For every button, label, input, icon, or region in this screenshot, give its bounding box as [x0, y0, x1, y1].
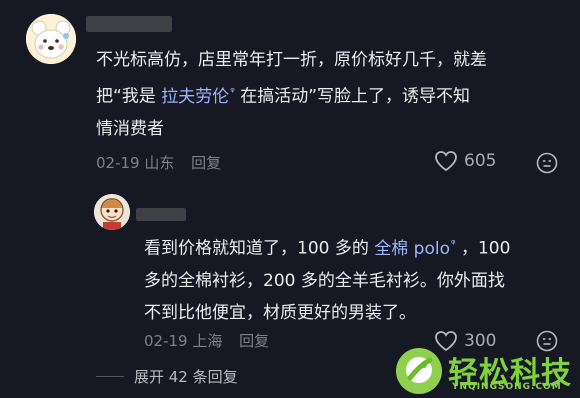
comment-text-segment: 在搞活动”写脸上了，诱导不知	[234, 86, 471, 107]
like-count: 605	[464, 151, 497, 171]
watermark-logo	[396, 348, 442, 394]
reply-line: 看到价格就知道了，100 多的 全棉 poloᵠ ，100	[144, 228, 510, 265]
comment-date: 02-19	[96, 154, 140, 172]
expand-replies-button[interactable]: 展开 42 条回复	[96, 366, 238, 387]
username-redacted[interactable]	[136, 208, 186, 221]
reply-meta: 02-19 上海 回复	[144, 330, 269, 351]
heart-icon	[435, 151, 457, 172]
divider-line	[96, 376, 124, 377]
search-keyword-link[interactable]: 全棉 poloᵠ	[374, 237, 455, 259]
reply-text-segment: ，100	[455, 238, 511, 259]
like-button[interactable]: 605	[434, 150, 496, 172]
comment-meta: 02-19 山东 回复	[96, 152, 221, 173]
reply-line: 不到比他便宜，材质更好的男装了。	[144, 302, 416, 323]
reply-location: 上海	[192, 332, 223, 350]
comment-text: 不光标高仿，店里常年打一折，原价标好几千，就差 把“我是 拉夫劳伦ᵠ 在搞活动”…	[96, 44, 487, 145]
comment-location: 山东	[144, 154, 175, 172]
search-keyword-link[interactable]: 拉夫劳伦ᵠ	[161, 85, 235, 107]
reply-text: 看到价格就知道了，100 多的 全棉 poloᵠ ，100 多的全棉衬衫，200…	[144, 228, 510, 329]
username-redacted[interactable]	[86, 16, 172, 32]
expand-replies-label: 展开 42 条回复	[134, 368, 238, 386]
reply-date: 02-19	[144, 332, 188, 350]
avatar[interactable]	[94, 194, 130, 230]
watermark-logo-icon	[397, 349, 441, 393]
watermark-url: YNQINGSONG.COM	[452, 382, 562, 392]
search-keyword-label: 拉夫劳伦	[161, 86, 230, 107]
emoji-icon[interactable]	[536, 152, 558, 174]
reply-text-segment: 看到价格就知道了，100 多的	[144, 238, 375, 259]
avatar[interactable]	[26, 14, 76, 64]
comment-text-segment: 把“我是	[96, 86, 162, 107]
reply-line: 多的全棉衬衫，200 多的全羊毛衬衫。你外面找	[144, 270, 505, 291]
comment-line: 把“我是 拉夫劳伦ᵠ 在搞活动”写脸上了，诱导不知	[96, 76, 487, 113]
comment-line: 情消费者	[96, 118, 164, 139]
avatar-bear-icon	[26, 14, 76, 64]
reply-button[interactable]: 回复	[239, 332, 269, 350]
reply-button[interactable]: 回复	[191, 154, 221, 172]
comment-line: 不光标高仿，店里常年打一折，原价标好几千，就差	[96, 50, 487, 70]
search-keyword-label: 全棉 polo	[374, 238, 450, 259]
avatar-character-icon	[94, 194, 130, 230]
